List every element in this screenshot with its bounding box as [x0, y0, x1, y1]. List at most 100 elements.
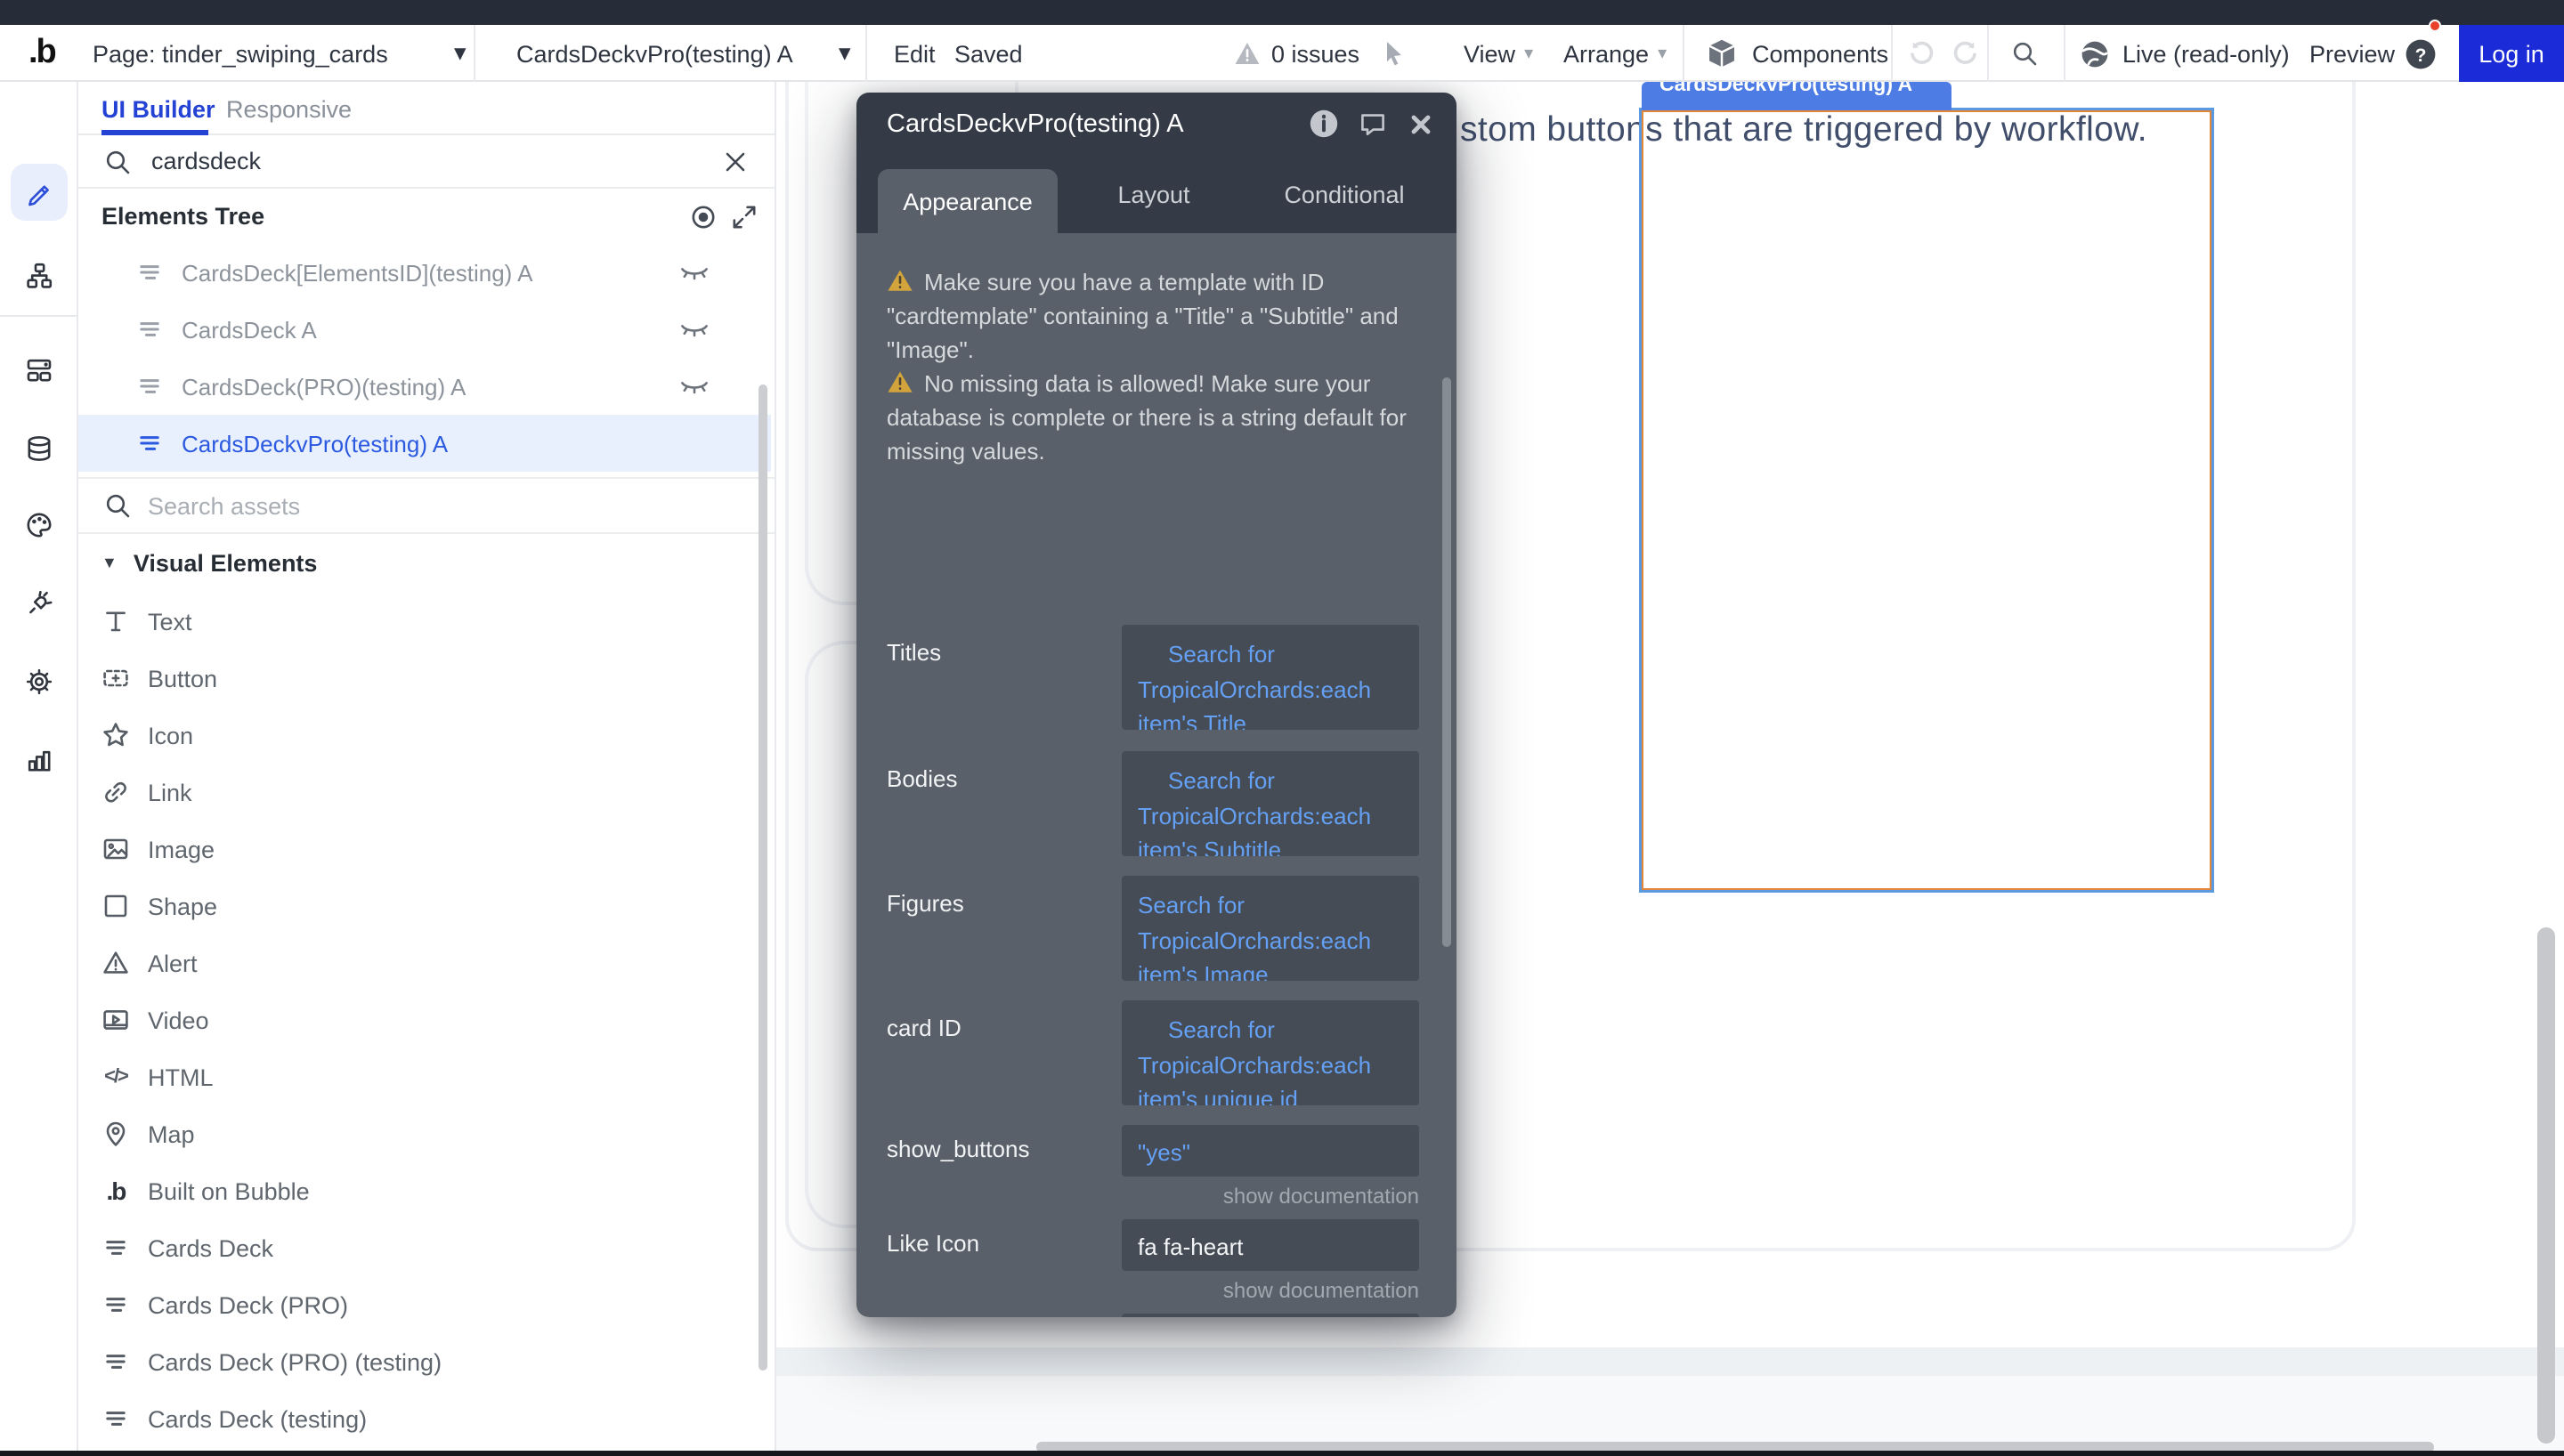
field-value-bodies[interactable]: Search for TropicalOrchards:each item's … — [1122, 751, 1419, 856]
vertical-scrollbar[interactable] — [2537, 927, 2555, 1444]
asset-item-map[interactable]: Map — [78, 1105, 771, 1162]
asset-item-image[interactable]: Image — [78, 821, 771, 878]
asset-item-cards-deck-testing-[interactable]: Cards Deck (testing) — [78, 1390, 771, 1447]
tab-ui-builder[interactable]: UI Builder — [101, 82, 215, 135]
page-selector-caret-icon: ▾ — [454, 25, 467, 82]
asset-item-cards-deck[interactable]: Cards Deck — [78, 1219, 771, 1276]
asset-item-icon[interactable]: Icon — [78, 707, 771, 764]
tree-item[interactable]: CardsDeckvPro(testing) A — [78, 415, 771, 472]
help-button[interactable]: ? — [2404, 25, 2438, 82]
asset-item-cards-deck-pro-testing-[interactable]: Cards Deck (PRO) (testing) — [78, 1333, 771, 1390]
asset-item-button[interactable]: Button — [78, 650, 771, 707]
asset-item-html[interactable]: </> HTML — [78, 1048, 771, 1105]
show-documentation-link[interactable]: show documentation — [1223, 1278, 1419, 1303]
tree-item[interactable]: CardsDeck(PRO)(testing) A — [78, 358, 771, 415]
clear-search-icon[interactable] — [721, 147, 750, 175]
field-value-figures[interactable]: Search for TropicalOrchards:each item's … — [1122, 876, 1419, 981]
field-value-show-buttons[interactable]: "yes" — [1122, 1125, 1419, 1177]
asset-item-alert[interactable]: Alert — [78, 934, 771, 991]
page-selector[interactable]: Page: tinder_swiping_cards — [93, 25, 388, 82]
workflow-icon[interactable] — [24, 262, 53, 290]
asset-item-label: Image — [148, 836, 215, 862]
database-icon[interactable] — [24, 434, 53, 463]
tab-conditional[interactable]: Conditional — [1257, 155, 1432, 233]
edit-menu[interactable]: Edit — [894, 25, 936, 82]
components-cube-icon — [1706, 37, 1738, 69]
components-button[interactable]: Components — [1706, 25, 1888, 82]
asset-item-text[interactable]: Text — [78, 593, 771, 650]
panel-title-bar[interactable]: CardsDeckvPro(testing) A — [856, 93, 1456, 155]
tab-appearance[interactable]: Appearance — [878, 169, 1058, 233]
asset-item-cards-deck-pro-[interactable]: Cards Deck (PRO) — [78, 1276, 771, 1333]
asset-item-label: HTML — [148, 1064, 214, 1090]
search-button[interactable] — [2010, 25, 2039, 82]
expand-tree-icon[interactable] — [730, 202, 759, 231]
toolbar-divider — [2064, 25, 2065, 82]
hidden-eye-icon[interactable] — [678, 319, 710, 340]
tab-responsive[interactable]: Responsive — [226, 82, 352, 135]
info-icon[interactable] — [1309, 109, 1339, 139]
field-value-reject-icon[interactable]: fa fa-remove — [1122, 1314, 1419, 1317]
hidden-eye-icon[interactable] — [678, 262, 710, 283]
collapse-triangle-icon: ▼ — [101, 554, 118, 571]
selected-element-box[interactable] — [1642, 110, 2211, 890]
cursor-tool-icon[interactable] — [1380, 25, 1407, 82]
reusable-elements-icon[interactable] — [24, 356, 53, 384]
element-selector-caret-icon: ▾ — [839, 25, 851, 82]
styles-palette-icon[interactable] — [24, 511, 53, 539]
asset-item-label: Cards Deck (PRO) — [148, 1291, 348, 1318]
selected-element-label[interactable]: CardsDeckvPro(testing) A — [1642, 82, 1951, 110]
view-menu[interactable]: View▾ — [1464, 25, 1533, 82]
arrange-menu[interactable]: Arrange▾ — [1563, 25, 1667, 82]
shape-icon — [101, 892, 130, 920]
alertoutline-icon — [101, 949, 130, 977]
asset-item-label: Built on Bubble — [148, 1177, 310, 1204]
design-pencil-icon[interactable] — [24, 178, 53, 206]
asset-item-shape[interactable]: Shape — [78, 878, 771, 934]
element-selector[interactable]: CardsDeckvPro(testing) A — [516, 25, 793, 82]
sidebar-scrollbar[interactable] — [759, 384, 767, 1371]
panel-title: CardsDeckvPro(testing) A — [887, 109, 1184, 138]
toolbar-divider — [1987, 25, 1989, 82]
element-search-input[interactable] — [148, 146, 721, 176]
tree-item[interactable]: CardsDeck A — [78, 301, 771, 358]
asset-item-built-on-bubble[interactable]: .bBuilt on Bubble — [78, 1162, 771, 1219]
field-value-like-icon[interactable]: fa fa-heart — [1122, 1219, 1419, 1271]
logs-chart-icon[interactable] — [24, 746, 53, 774]
missing-data-warning: No missing data is allowed! Make sure yo… — [887, 367, 1421, 468]
panel-scrollbar[interactable] — [1442, 377, 1451, 947]
assets-search-input[interactable]: Search assets — [148, 492, 300, 519]
hidden-eye-icon[interactable] — [678, 376, 710, 397]
deck-icon — [101, 1347, 130, 1376]
main-toolbar: .b Page: tinder_swiping_cards ▾ CardsDec… — [0, 25, 2564, 82]
element-search-row — [78, 135, 775, 189]
asset-item-link[interactable]: Link — [78, 764, 771, 821]
visibility-eye-icon[interactable] — [689, 202, 718, 231]
settings-gear-icon[interactable] — [24, 667, 53, 696]
plugins-plug-icon[interactable] — [24, 589, 53, 618]
preview-button[interactable]: Preview — [2309, 25, 2395, 82]
field-label: show_buttons — [887, 1136, 1029, 1162]
field-value-card-id[interactable]: Search for TropicalOrchards:each item's … — [1122, 1000, 1419, 1105]
bubble-logo[interactable]: .b — [28, 25, 55, 82]
tab-layout[interactable]: Layout — [1079, 155, 1229, 233]
deck-icon — [101, 1290, 130, 1319]
toolbar-divider — [1683, 25, 1684, 82]
tree-item[interactable]: CardsDeck[ElementsID](testing) A — [78, 244, 771, 301]
redo-button[interactable] — [1950, 25, 1980, 82]
warning-icon — [1234, 41, 1261, 66]
field-value-titles[interactable]: Search for TropicalOrchards:each item's … — [1122, 625, 1419, 730]
asset-item-video[interactable]: Video — [78, 991, 771, 1048]
undo-button[interactable] — [1907, 25, 1937, 82]
toolbar-divider — [1891, 25, 1893, 82]
asset-item-label: Map — [148, 1120, 195, 1147]
html-icon: </> — [101, 1066, 130, 1088]
show-documentation-link[interactable]: show documentation — [1223, 1184, 1419, 1209]
login-button[interactable]: Log in — [2459, 25, 2564, 82]
issues-indicator[interactable]: 0 issues — [1234, 25, 1359, 82]
tree-item-label: CardsDeck[ElementsID](testing) A — [182, 259, 532, 286]
visual-elements-header[interactable]: ▼ Visual Elements — [101, 534, 317, 591]
close-icon[interactable] — [1407, 109, 1435, 138]
live-status[interactable]: Live (read-only) — [2080, 25, 2290, 82]
comment-bubble-icon[interactable] — [1359, 109, 1387, 138]
